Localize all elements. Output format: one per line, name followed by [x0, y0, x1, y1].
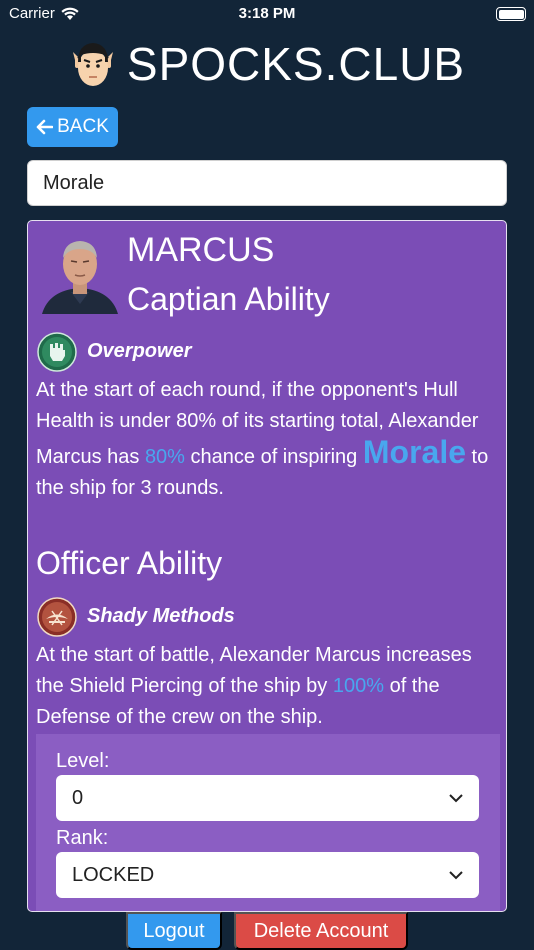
back-label: BACK [57, 116, 109, 137]
back-button[interactable]: BACK [27, 107, 118, 147]
officer-portrait [37, 232, 123, 314]
status-time: 3:18 PM [238, 5, 296, 22]
captain-ability-effect: Morale [362, 434, 466, 470]
officer-ability-percent: 100% [332, 675, 385, 697]
captain-ability-heading: Captian Ability [127, 281, 330, 317]
status-bar: Carrier 3:18 PM [0, 0, 534, 28]
officer-name: MARCUS [127, 231, 275, 269]
officer-ability-text: At the start of battle, Alexander Marcus… [36, 640, 498, 733]
arrow-left-icon [36, 119, 54, 135]
app-title: SPOCKS.CLUB [126, 38, 466, 90]
shady-methods-icon [37, 597, 77, 637]
level-select[interactable]: 0 [56, 775, 479, 821]
rank-label: Rank: [56, 827, 109, 849]
captain-ability-chance: 80% [144, 446, 185, 468]
delete-account-button[interactable]: Delete Account [234, 912, 408, 950]
officer-settings-panel: Level: 0 Rank: LOCKED [36, 734, 500, 911]
logout-button[interactable]: Logout [126, 912, 222, 950]
level-value: 0 [72, 786, 84, 809]
rank-select[interactable]: LOCKED [56, 852, 479, 898]
officer-card: MARCUS Captian Ability Overpower At the … [27, 220, 507, 912]
officer-ability-heading: Officer Ability [36, 545, 223, 581]
officer-ability-name: Shady Methods [87, 605, 235, 627]
level-label: Level: [56, 750, 110, 772]
search-input[interactable] [27, 160, 507, 206]
spock-face-icon [72, 43, 113, 86]
captain-ability-text-2: chance of inspiring [184, 446, 363, 468]
chevron-down-icon [449, 870, 463, 879]
brand-header: SPOCKS.CLUB [0, 36, 534, 92]
chevron-down-icon [449, 793, 463, 802]
fist-icon [37, 332, 77, 372]
captain-ability-name: Overpower [87, 340, 192, 362]
captain-ability-text: At the start of each round, if the oppon… [36, 375, 498, 504]
battery-icon [496, 7, 526, 21]
rank-value: LOCKED [72, 863, 155, 886]
